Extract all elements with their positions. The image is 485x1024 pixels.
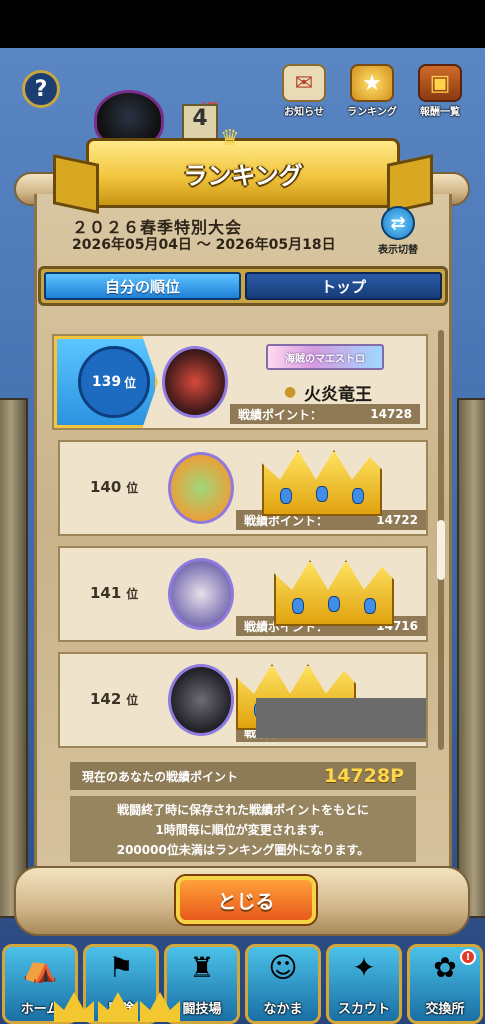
crown-decoration-icon: ♛ [220, 126, 240, 151]
notice-line: 1時間毎に順位が変更されます。 [155, 823, 331, 837]
toggle-display-label: 表示切替 [378, 245, 418, 256]
crown-gem [292, 598, 304, 614]
tab-my-rank[interactable]: 自分の順位 [44, 272, 241, 300]
nav-label: 闘技場 [182, 1002, 222, 1017]
background-pillar-right [457, 398, 485, 918]
page-title: ランキング [183, 161, 303, 190]
dragon-avatar[interactable] [162, 346, 228, 418]
rank-number: 140 [90, 478, 122, 496]
rank-suffix: 位 [126, 587, 139, 601]
points-value: 14722 [376, 513, 418, 527]
notification-badge: ! [460, 949, 476, 965]
swap-arrows-icon: ⇄ [381, 206, 415, 240]
ranking-label: ランキング [347, 107, 397, 118]
list-scroll-thumb[interactable] [437, 520, 445, 580]
rewards-label: 報酬一覧 [420, 107, 460, 118]
ranking-button[interactable]: ★ ランキング [343, 64, 401, 118]
crown-gem [364, 598, 376, 614]
nav-label: 交換所 [425, 1002, 465, 1017]
scout-icon: ✦ [352, 951, 376, 984]
crown-gem [328, 596, 340, 612]
treasure-chest-icon: ▣ [418, 64, 462, 102]
tent-icon: ⛺ [22, 951, 58, 984]
notice-line: 200000位未満はランキング圏外になります。 [116, 843, 370, 857]
my-points-value: 14728P [323, 765, 404, 787]
ranking-notice: 戦闘終了時に保存された戦績ポイントをもとに 1時間毎に順位が変更されます。 20… [70, 796, 416, 862]
exchange-icon: ✿ [433, 951, 457, 984]
close-button[interactable]: とじる [176, 876, 316, 924]
companions-icon: ☺ [268, 951, 298, 984]
status-bar [0, 0, 485, 48]
rank-suffix: 位 [124, 375, 137, 390]
fish-monster-avatar[interactable] [168, 452, 234, 524]
knight-avatar[interactable] [168, 664, 234, 736]
rewards-button[interactable]: ▣ 報酬一覧 [411, 64, 469, 118]
nav-label: スカウト [337, 1002, 390, 1017]
rank-label: 140 位 [90, 478, 138, 496]
points-label: 戦績ポイント： [238, 407, 323, 422]
crown-gem [316, 486, 328, 502]
crown-gem [280, 488, 292, 504]
carriage-icon: ⚑ [108, 951, 134, 984]
tab-top[interactable]: トップ [245, 272, 442, 300]
points-value: 14728 [370, 407, 412, 421]
rank-label: 142 位 [90, 690, 138, 708]
nav-exchange[interactable]: ✿ 交換所 ! [407, 944, 483, 1024]
title-banner: ランキング [86, 138, 400, 208]
news-label: お知らせ [284, 107, 324, 118]
top-menu: ✉ お知らせ ★ ランキング ▣ 報酬一覧 [275, 64, 469, 118]
background-pillar-left [0, 398, 28, 918]
redacted-area [256, 698, 426, 738]
mage-avatar[interactable] [168, 558, 234, 630]
rank-label: 141 位 [90, 584, 138, 602]
toggle-display-button[interactable]: ⇄ 表示切替 [372, 206, 424, 258]
medal-icon: ● [284, 384, 297, 400]
points-bar: 戦績ポイント： 14728 [230, 404, 420, 424]
ranking-medal-icon: ★ [350, 64, 394, 102]
player-name: 火炎竜王 [304, 385, 372, 405]
envelope-icon: ✉ [282, 64, 326, 102]
nav-label: ホーム [20, 1002, 60, 1017]
crown-gem [352, 488, 364, 504]
arena-icon: ♜ [189, 951, 215, 984]
self-rank-badge: 139 位 [78, 346, 150, 418]
rank-number: 141 [90, 584, 122, 602]
rank-suffix: 位 [126, 481, 139, 495]
tab-bar: 自分の順位 トップ [38, 266, 448, 306]
nav-scout[interactable]: ✦ スカウト [326, 944, 402, 1024]
my-points-label: 現在のあなたの戦績ポイント [82, 769, 239, 784]
rank-suffix: 位 [126, 693, 139, 707]
event-period: 2026年05月04日 ～ 2026年05月18日 [72, 237, 336, 253]
title-plate: 海賊のマエストロ [266, 344, 384, 370]
news-button[interactable]: ✉ お知らせ [275, 64, 333, 118]
my-points-bar: 現在のあなたの戦績ポイント 14728P [70, 762, 416, 790]
question-icon: ? [34, 76, 48, 102]
ranking-row-self[interactable]: 139 位 海賊のマエストロ ● 火炎竜王 戦績ポイント： 14728 [52, 334, 428, 430]
nav-label: なかま [263, 1002, 303, 1017]
notice-line: 戦闘終了時に保存された戦績ポイントをもとに [117, 803, 369, 817]
rank-number: 142 [90, 690, 122, 708]
help-button[interactable]: ? [22, 70, 60, 108]
rank-number: 139 [91, 374, 122, 390]
nav-companions[interactable]: ☺ なかま [245, 944, 321, 1024]
